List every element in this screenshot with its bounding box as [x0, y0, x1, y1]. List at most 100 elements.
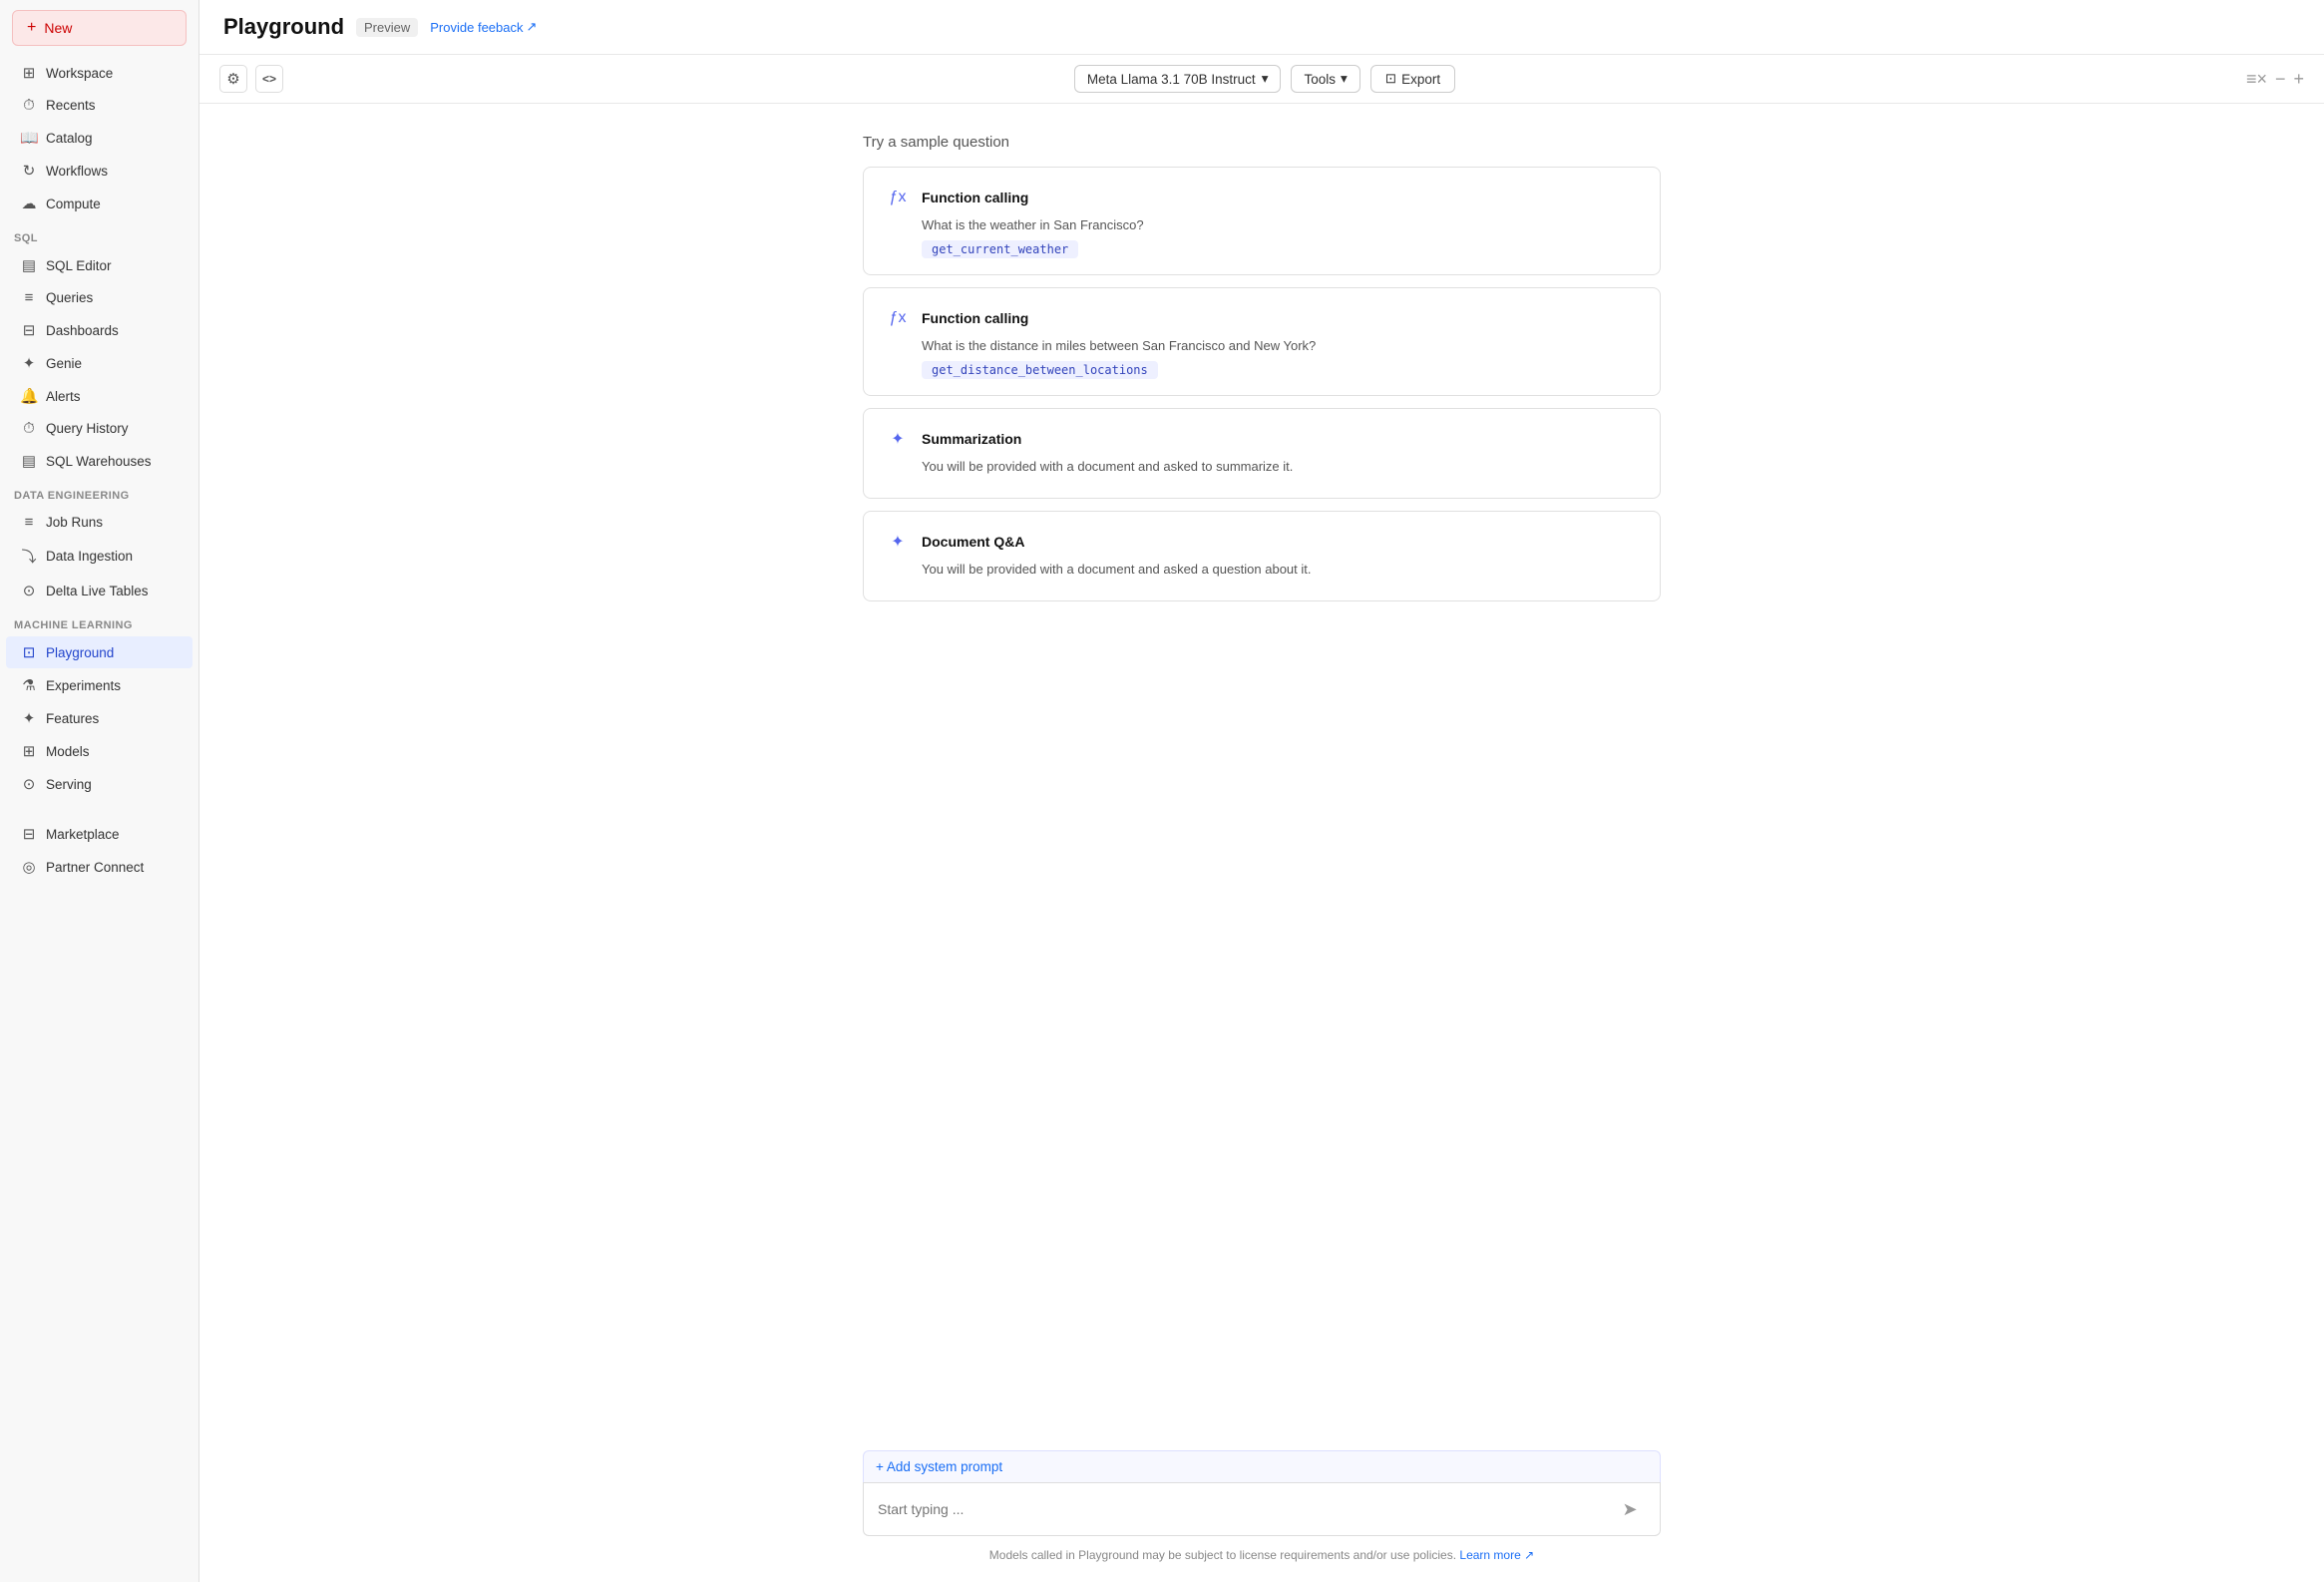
sidebar-label-catalog: Catalog	[46, 131, 93, 146]
sample-card-function-calling-2[interactable]: ƒx Function calling What is the distance…	[863, 287, 1661, 396]
sample-card-function-calling-1[interactable]: ƒx Function calling What is the weather …	[863, 167, 1661, 275]
sidebar-icon-experiments: ⚗	[20, 676, 38, 694]
gear-icon: ⚙	[226, 70, 239, 88]
clear-icon[interactable]: ≡×	[2246, 69, 2267, 90]
sidebar-item-catalog[interactable]: 📖 Catalog	[6, 122, 193, 154]
sample-section: Try a sample question ƒx Function callin…	[863, 134, 1661, 613]
sidebar-item-experiments[interactable]: ⚗ Experiments	[6, 669, 193, 701]
sidebar-icon-compute: ☁	[20, 195, 38, 212]
export-button[interactable]: ⊡ Export	[1370, 65, 1455, 93]
sidebar-item-sql-warehouses[interactable]: ▤ SQL Warehouses	[6, 445, 193, 477]
sidebar-item-alerts[interactable]: 🔔 Alerts	[6, 380, 193, 412]
sample-card-desc: What is the distance in miles between Sa…	[922, 338, 1640, 353]
sample-card-desc: What is the weather in San Francisco?	[922, 217, 1640, 232]
sample-card-title: Summarization	[922, 431, 1021, 447]
sidebar-item-queries[interactable]: ≡ Queries	[6, 282, 193, 313]
sidebar-icon-query-history: ⏱	[20, 420, 38, 437]
sample-card-document-qa[interactable]: ✦ Document Q&A You will be provided with…	[863, 511, 1661, 601]
feedback-link[interactable]: Provide feeback ↗	[430, 19, 537, 35]
sample-card-desc: You will be provided with a document and…	[922, 459, 1640, 474]
model-label: Meta Llama 3.1 70B Instruct	[1087, 72, 1256, 87]
sidebar-item-job-runs[interactable]: ≡ Job Runs	[6, 507, 193, 538]
sidebar-item-data-ingestion[interactable]: ⤵ Data Ingestion	[6, 539, 193, 574]
sidebar-label-alerts: Alerts	[46, 389, 81, 404]
sidebar-label-compute: Compute	[46, 197, 101, 211]
sidebar-item-marketplace[interactable]: ⊟ Marketplace	[6, 818, 193, 850]
sample-card-header: ƒx Function calling	[884, 304, 1640, 332]
sidebar-label-workspace: Workspace	[46, 66, 113, 81]
learn-more-link[interactable]: Learn more ↗	[1459, 1548, 1534, 1562]
sidebar-item-sql-editor[interactable]: ▤ SQL Editor	[6, 249, 193, 281]
sidebar-item-partner-connect[interactable]: ◎ Partner Connect	[6, 851, 193, 883]
bottom-area: + Add system prompt ➤	[863, 1434, 1661, 1536]
sidebar-item-query-history[interactable]: ⏱ Query History	[6, 413, 193, 444]
sidebar-label-serving: Serving	[46, 777, 92, 792]
sidebar-label-dashboards: Dashboards	[46, 323, 119, 338]
sidebar-main-section: ⊞ Workspace ⏱ Recents 📖 Catalog ↻ Workfl…	[0, 56, 198, 220]
sample-card-icon: ✦	[884, 425, 912, 453]
sidebar-icon-alerts: 🔔	[20, 387, 38, 405]
sidebar-ml-section: ⊡ Playground ⚗ Experiments ✦ Features ⊞ …	[0, 635, 198, 801]
sidebar-label-partner-connect: Partner Connect	[46, 860, 144, 875]
sidebar-icon-catalog: 📖	[20, 129, 38, 147]
expand-icon[interactable]: +	[2293, 69, 2304, 90]
sidebar-label-marketplace: Marketplace	[46, 827, 120, 842]
add-system-prompt-label: + Add system prompt	[876, 1459, 1002, 1474]
code-icon: <>	[262, 72, 276, 86]
code-button[interactable]: <>	[255, 65, 283, 93]
sidebar-item-dashboards[interactable]: ⊟ Dashboards	[6, 314, 193, 346]
chat-input[interactable]	[878, 1501, 1614, 1517]
sidebar-item-workflows[interactable]: ↻ Workflows	[6, 155, 193, 187]
sidebar-label-delta-live-tables: Delta Live Tables	[46, 584, 149, 598]
sidebar-item-playground[interactable]: ⊡ Playground	[6, 636, 193, 668]
sidebar-label-sql-editor: SQL Editor	[46, 258, 112, 273]
sidebar-item-serving[interactable]: ⊙ Serving	[6, 768, 193, 800]
sidebar-icon-features: ✦	[20, 709, 38, 727]
sidebar-data-eng-label: Data Engineering	[0, 478, 198, 506]
sidebar-icon-workflows: ↻	[20, 162, 38, 180]
sidebar-item-models[interactable]: ⊞ Models	[6, 735, 193, 767]
sample-card-tag: get_distance_between_locations	[922, 361, 1158, 379]
send-button[interactable]: ➤	[1614, 1493, 1646, 1525]
sidebar-icon-data-ingestion: ⤵	[20, 546, 38, 567]
external-link-icon: ↗	[527, 19, 538, 35]
content-area: Try a sample question ƒx Function callin…	[199, 104, 2324, 1582]
page-title: Playground	[223, 14, 344, 40]
sidebar-item-workspace[interactable]: ⊞ Workspace	[6, 57, 193, 89]
export-icon: ⊡	[1385, 71, 1396, 87]
sidebar-icon-queries: ≡	[20, 289, 38, 306]
learn-more-icon: ↗	[1524, 1548, 1534, 1562]
content-wrapper: Try a sample question ƒx Function callin…	[863, 134, 1661, 1582]
sidebar-item-compute[interactable]: ☁ Compute	[6, 188, 193, 219]
sidebar-icon-job-runs: ≡	[20, 514, 38, 531]
sidebar-icon-sql-editor: ▤	[20, 256, 38, 274]
sample-card-title: Function calling	[922, 310, 1028, 326]
sidebar-item-delta-live-tables[interactable]: ⊙ Delta Live Tables	[6, 575, 193, 606]
sample-card-summarization[interactable]: ✦ Summarization You will be provided wit…	[863, 408, 1661, 499]
tools-label: Tools	[1304, 72, 1336, 87]
preview-badge: Preview	[356, 18, 418, 37]
chat-input-container: ➤	[863, 1482, 1661, 1536]
minimize-icon[interactable]: −	[2275, 69, 2286, 90]
sample-card-icon: ƒx	[884, 184, 912, 211]
add-system-prompt-button[interactable]: + Add system prompt	[863, 1450, 1661, 1482]
toolbar-center: Meta Llama 3.1 70B Instruct ▾ Tools ▾ ⊡ …	[293, 65, 2236, 93]
sidebar-label-recents: Recents	[46, 98, 96, 113]
model-selector[interactable]: Meta Llama 3.1 70B Instruct ▾	[1074, 65, 1282, 93]
sidebar-label-experiments: Experiments	[46, 678, 121, 693]
settings-button[interactable]: ⚙	[219, 65, 247, 93]
sidebar-icon-playground: ⊡	[20, 643, 38, 661]
sidebar-item-recents[interactable]: ⏱ Recents	[6, 90, 193, 121]
sidebar-label-job-runs: Job Runs	[46, 515, 103, 530]
plus-icon: +	[27, 19, 36, 37]
new-button[interactable]: + New	[12, 10, 187, 46]
sidebar: + New ⊞ Workspace ⏱ Recents 📖 Catalog ↻ …	[0, 0, 199, 1582]
sidebar-label-features: Features	[46, 711, 99, 726]
sample-card-icon: ✦	[884, 528, 912, 556]
sidebar-label-queries: Queries	[46, 290, 93, 305]
sidebar-label-sql-warehouses: SQL Warehouses	[46, 454, 152, 469]
toolbar-left: ⚙ <>	[219, 65, 283, 93]
sidebar-item-features[interactable]: ✦ Features	[6, 702, 193, 734]
tools-button[interactable]: Tools ▾	[1291, 65, 1359, 93]
sidebar-item-genie[interactable]: ✦ Genie	[6, 347, 193, 379]
